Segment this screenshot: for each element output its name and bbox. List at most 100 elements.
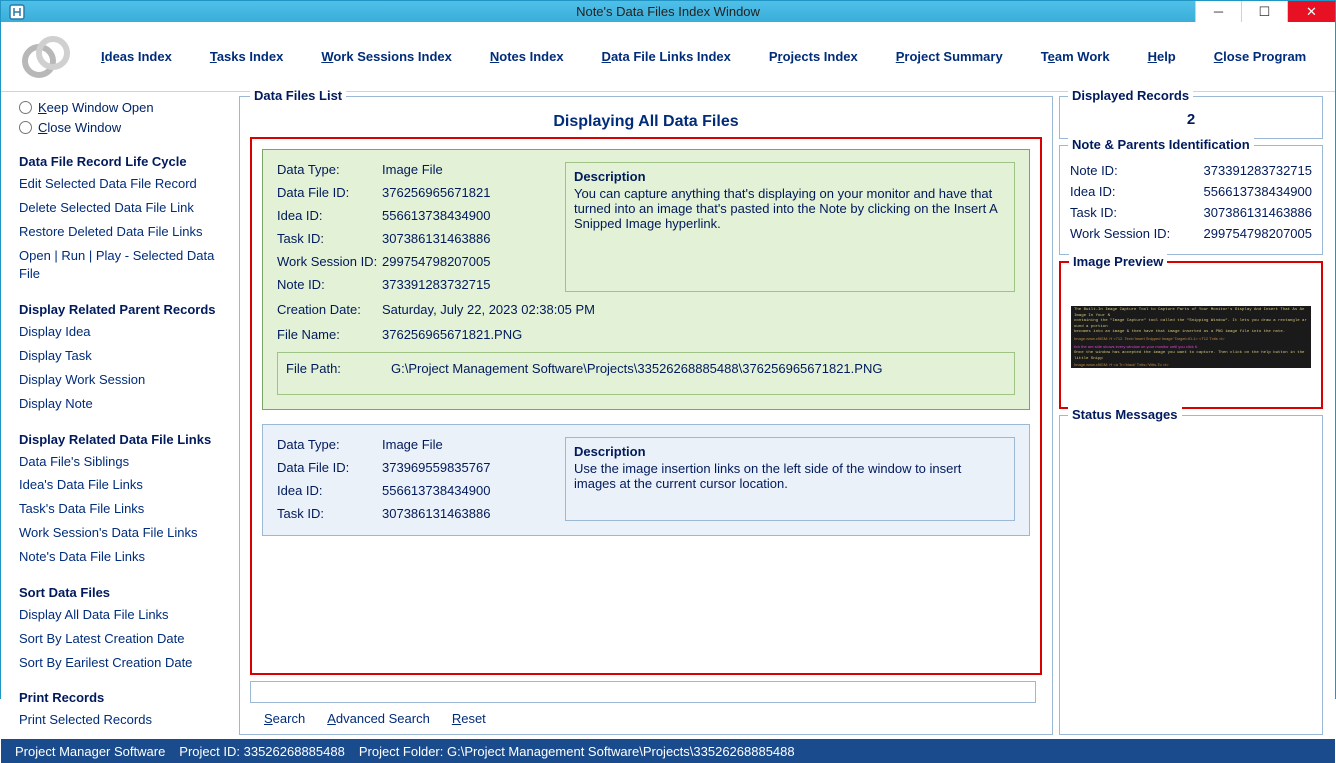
menu-project-summary[interactable]: Project Summary (896, 49, 1003, 64)
link-print-selected[interactable]: Print Selected Records (19, 710, 235, 731)
val-data-type: Image File (382, 162, 549, 177)
id-idea-lbl: Idea ID: (1070, 184, 1116, 199)
titlebar: Note's Data Files Index Window ─ ☐ ✕ (1, 1, 1335, 22)
advanced-search-link[interactable]: Advanced Search (327, 711, 430, 726)
center-column: Data Files List Displaying All Data File… (239, 92, 1055, 739)
link-ws-file-links[interactable]: Work Session's Data File Links (19, 523, 235, 544)
app-body: Ideas Index Tasks Index Work Sessions In… (1, 22, 1335, 763)
link-sort-earliest[interactable]: Sort By Earilest Creation Date (19, 653, 235, 674)
description-text: You can capture anything that's displayi… (574, 186, 1006, 231)
section-lifecycle-hdr: Data File Record Life Cycle (19, 154, 235, 169)
menu-tasks-index[interactable]: Tasks Index (210, 49, 283, 64)
record-card-selected[interactable]: Data Type:Image File Data File ID:376256… (262, 149, 1030, 410)
identification-panel: Note & Parents Identification Note ID:37… (1059, 145, 1323, 255)
menu-ideas-index[interactable]: Ideas Index (101, 49, 172, 64)
status-pfolder-lbl: Project Folder: (359, 744, 444, 759)
lbl-idea-id: Idea ID: (277, 208, 382, 223)
link-display-note[interactable]: Display Note (19, 394, 235, 415)
lbl-creation: Creation Date: (277, 302, 382, 317)
link-open-run-play[interactable]: Open | Run | Play - Selected Data File (19, 246, 235, 286)
minimize-button[interactable]: ─ (1195, 1, 1241, 22)
maximize-button[interactable]: ☐ (1241, 1, 1287, 22)
val-note-id: 373391283732715 (382, 277, 549, 292)
link-idea-file-links[interactable]: Idea's Data File Links (19, 475, 235, 496)
window-controls: ─ ☐ ✕ (1195, 1, 1335, 22)
preview-thumbnail: The Built-In Image Capture Tool to Captu… (1071, 306, 1311, 368)
link-display-task[interactable]: Display Task (19, 346, 235, 367)
description-text: Use the image insertion links on the lef… (574, 461, 1006, 491)
app-window: Note's Data Files Index Window ─ ☐ ✕ Ide… (0, 0, 1336, 699)
record-card[interactable]: Data Type:Image File Data File ID:373969… (262, 424, 1030, 536)
section-parents-hdr: Display Related Parent Records (19, 302, 235, 317)
status-pid-lbl: Project ID: (179, 744, 240, 759)
left-sidebar: Keep Window Open Close Window Data File … (1, 92, 239, 739)
menu-help[interactable]: Help (1148, 49, 1176, 64)
records-scrollarea: Data Type:Image File Data File ID:376256… (250, 137, 1042, 675)
link-display-work-session[interactable]: Display Work Session (19, 370, 235, 391)
description-hdr: Description (574, 444, 1006, 459)
records-scrollarea-inner[interactable]: Data Type:Image File Data File ID:376256… (252, 139, 1040, 673)
displayed-records-count: 2 (1070, 111, 1312, 128)
window-title: Note's Data Files Index Window (576, 4, 760, 19)
val-task-id: 307386131463886 (382, 231, 549, 246)
radio-close-window[interactable]: Close Window (19, 120, 235, 135)
menu-notes-index[interactable]: Notes Index (490, 49, 564, 64)
radio-close-window-input[interactable] (19, 121, 32, 134)
link-file-siblings[interactable]: Data File's Siblings (19, 452, 235, 473)
radio-keep-open[interactable]: Keep Window Open (19, 100, 235, 115)
section-related-links-hdr: Display Related Data File Links (19, 432, 235, 447)
lbl-data-type: Data Type: (277, 162, 382, 177)
lbl-task-id: Task ID: (277, 506, 382, 521)
lbl-task-id: Task ID: (277, 231, 382, 246)
status-pfolder: G:\Project Management Software\Projects\… (447, 744, 795, 759)
lbl-note-id: Note ID: (277, 277, 382, 292)
menu-team-work[interactable]: Team Work (1041, 49, 1110, 64)
close-button[interactable]: ✕ (1287, 1, 1335, 22)
id-task-val: 307386131463886 (1204, 205, 1312, 220)
lbl-ws-id: Work Session ID: (277, 254, 382, 269)
app-logo (19, 33, 73, 81)
val-ws-id: 299754798207005 (382, 254, 549, 269)
link-edit-record[interactable]: Edit Selected Data File Record (19, 174, 235, 195)
val-idea-id: 556613738434900 (382, 208, 549, 223)
id-ws-lbl: Work Session ID: (1070, 226, 1170, 241)
lbl-data-file-id: Data File ID: (277, 185, 382, 200)
search-input[interactable] (250, 681, 1036, 703)
id-ws-val: 299754798207005 (1204, 226, 1312, 241)
description-box: Description You can capture anything tha… (565, 162, 1015, 292)
app-icon (7, 2, 27, 22)
link-delete-link[interactable]: Delete Selected Data File Link (19, 198, 235, 219)
val-data-type: Image File (382, 437, 549, 452)
link-task-file-links[interactable]: Task's Data File Links (19, 499, 235, 520)
status-messages-panel: Status Messages (1059, 415, 1323, 735)
link-restore-links[interactable]: Restore Deleted Data File Links (19, 222, 235, 243)
search-link[interactable]: Search (264, 711, 305, 726)
menu-work-sessions-index[interactable]: Work Sessions Index (321, 49, 452, 64)
right-column: Displayed Records 2 Note & Parents Ident… (1055, 92, 1335, 739)
description-hdr: Description (574, 169, 1006, 184)
image-preview-panel: Image Preview The Built-In Image Capture… (1059, 261, 1323, 409)
radio-keep-open-input[interactable] (19, 101, 32, 114)
lbl-filepath: File Path: (286, 361, 391, 376)
menu-data-file-links-index[interactable]: Data File Links Index (602, 49, 731, 64)
section-sort-hdr: Sort Data Files (19, 585, 235, 600)
val-creation: Saturday, July 22, 2023 02:38:05 PM (382, 302, 595, 317)
val-data-file-id: 373969559835767 (382, 460, 549, 475)
menu-projects-index[interactable]: Projects Index (769, 49, 858, 64)
data-files-list-legend: Data Files List (250, 88, 346, 103)
lbl-filename: File Name: (277, 327, 382, 342)
id-note-lbl: Note ID: (1070, 163, 1118, 178)
lbl-idea-id: Idea ID: (277, 483, 382, 498)
id-idea-val: 556613738434900 (1204, 184, 1312, 199)
link-sort-latest[interactable]: Sort By Latest Creation Date (19, 629, 235, 650)
link-display-all[interactable]: Display All Data File Links (19, 605, 235, 626)
identification-legend: Note & Parents Identification (1068, 137, 1254, 152)
menu-close-program[interactable]: Close Program (1214, 49, 1306, 64)
link-note-file-links[interactable]: Note's Data File Links (19, 547, 235, 568)
reset-link[interactable]: Reset (452, 711, 486, 726)
displayed-records-legend: Displayed Records (1068, 88, 1193, 103)
status-app-name: Project Manager Software (15, 744, 165, 759)
displayed-records-panel: Displayed Records 2 (1059, 96, 1323, 139)
file-path-box: File Path:G:\Project Management Software… (277, 352, 1015, 395)
link-display-idea[interactable]: Display Idea (19, 322, 235, 343)
